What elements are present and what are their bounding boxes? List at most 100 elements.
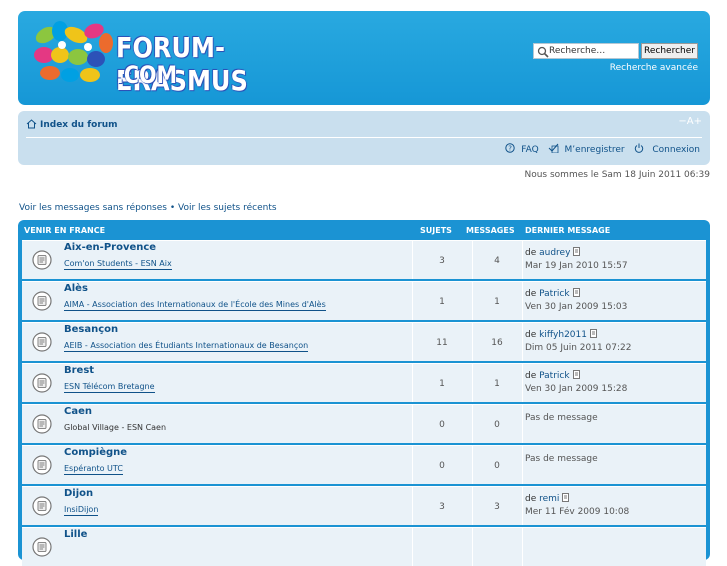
no-message-text: Pas de message [525, 413, 598, 423]
forum-index-label: Index du forum [40, 120, 118, 130]
unanswered-link[interactable]: Voir les messages sans réponses [19, 203, 167, 213]
current-date: Nous sommes le Sam 18 Juin 2011 06:39 [524, 170, 710, 180]
last-post-cell [522, 446, 706, 484]
nav-links: ? FAQ M’enregistrer Connexion [499, 143, 700, 155]
font-size-toggle[interactable]: −A+ [678, 116, 702, 127]
forum-title[interactable]: Brest [64, 365, 94, 376]
last-post-date: Ven 30 Jan 2009 15:28 [525, 384, 628, 394]
site-logo[interactable]: FORUM-ERASMUS .COM [32, 21, 352, 97]
forum-title[interactable]: Besançon [64, 324, 118, 335]
quick-links: Voir les messages sans réponses • Voir l… [19, 203, 277, 213]
forum-description[interactable]: Espéranto UTC [64, 464, 123, 475]
logo-flowers-icon [34, 21, 113, 82]
site-header: FORUM-ERASMUS .COM Rechercher Recherche … [18, 11, 710, 105]
view-latest-post-icon[interactable] [572, 288, 581, 297]
last-post-author: de kiffyh2011 [525, 329, 598, 340]
forum-row[interactable]: Brest ESN Télécom Bretagne 1 1 de Patrick Ven… [22, 363, 706, 402]
posts-count: 1 [494, 379, 500, 389]
last-post-date: Mar 19 Jan 2010 15:57 [525, 261, 628, 271]
forum-read-icon [32, 455, 52, 475]
author-link[interactable]: kiffyh2011 [539, 330, 587, 340]
col-last-post-header: DERNIER MESSAGE [525, 226, 611, 235]
forum-description[interactable]: InsiDijon [64, 505, 99, 516]
login-label: Connexion [652, 145, 700, 155]
last-post-by: de [525, 371, 540, 381]
topics-count: 11 [436, 338, 448, 348]
forum-description[interactable]: AEIB - Association des Étudiants Interna… [64, 341, 309, 352]
faq-label: FAQ [521, 145, 539, 155]
view-latest-post-icon[interactable] [573, 247, 581, 256]
forum-row[interactable]: Compiègne Espéranto UTC 0 0 Pas de message [22, 445, 706, 484]
posts-count: 3 [494, 502, 500, 512]
no-message-text: Pas de message [525, 454, 598, 464]
search-input[interactable] [549, 44, 637, 58]
forum-read-icon [32, 250, 52, 270]
last-post-author: de Patrick [525, 370, 581, 381]
advanced-search-link[interactable]: Recherche avancée [610, 63, 698, 73]
help-icon: ? [505, 143, 515, 153]
view-latest-post-icon[interactable] [562, 493, 570, 502]
forum-title[interactable]: Dijon [64, 488, 93, 499]
forum-row[interactable]: Alès AIMA - Association des Internationau… [22, 281, 706, 320]
forum-read-icon [32, 414, 52, 434]
topics-count: 1 [439, 297, 445, 307]
forum-category-block: VENIR EN FRANCE SUJETS MESSAGES DERNIER … [18, 220, 710, 566]
posts-count: 16 [491, 338, 503, 348]
recent-topics-link[interactable]: Voir les sujets récents [178, 203, 277, 213]
author-link[interactable]: audrey [539, 248, 570, 258]
forum-row[interactable]: Lille [22, 527, 706, 566]
author-link[interactable]: Patrick [539, 289, 569, 299]
power-icon [634, 143, 643, 153]
posts-count: 4 [494, 256, 500, 266]
last-post-by: de [525, 289, 540, 299]
topics-count: 3 [439, 502, 445, 512]
search-box[interactable] [533, 43, 639, 59]
forum-row[interactable]: Caen Global Village - ESN Caen 0 0 Pas de me… [22, 404, 706, 443]
forum-description[interactable]: Global Village - ESN Caen [64, 423, 166, 433]
forum-description[interactable]: ESN Télécom Bretagne [64, 382, 155, 393]
last-post-cell [522, 405, 706, 443]
view-latest-post-icon[interactable] [589, 329, 598, 338]
forum-title[interactable]: Caen [64, 406, 92, 417]
forum-row[interactable]: Dijon InsiDijon 3 3 de remi Mer 11 Fév 2009 1… [22, 486, 706, 525]
search-icon [537, 46, 549, 58]
last-post-date: Ven 30 Jan 2009 15:03 [525, 302, 628, 312]
posts-cell [472, 528, 522, 566]
category-title[interactable]: VENIR EN FRANCE [24, 226, 105, 235]
forum-description[interactable]: Com'on Students - ESN Aix [64, 259, 172, 270]
posts-count: 1 [494, 297, 500, 307]
topics-count: 0 [439, 461, 445, 471]
forum-row[interactable]: Besançon AEIB - Association des Étudiants… [22, 322, 706, 361]
forum-title[interactable]: Alès [64, 283, 88, 294]
forum-read-icon [32, 373, 52, 393]
forum-read-icon [32, 537, 52, 557]
svg-text:?: ? [508, 145, 512, 153]
view-latest-post-icon[interactable] [572, 370, 581, 379]
faq-link[interactable]: ? FAQ [505, 143, 539, 155]
topics-count: 3 [439, 256, 445, 266]
forum-description[interactable]: AIMA - Association des Internationaux de… [64, 300, 326, 311]
quick-links-separator: • [166, 203, 178, 213]
author-link[interactable]: remi [539, 494, 559, 504]
posts-count: 0 [494, 461, 500, 471]
forum-index-link[interactable]: Index du forum [26, 119, 118, 130]
forum-title[interactable]: Aix-en-Provence [64, 242, 156, 253]
last-post-author: de Patrick [525, 288, 581, 299]
last-post-author: de remi [525, 493, 570, 504]
last-post-by: de [525, 330, 540, 340]
last-post-date: Dim 05 Juin 2011 07:22 [525, 343, 632, 353]
forum-read-icon [32, 291, 52, 311]
author-link[interactable]: Patrick [539, 371, 569, 381]
login-link[interactable]: Connexion [634, 143, 700, 155]
forum-title[interactable]: Compiègne [64, 447, 127, 458]
topics-count: 0 [439, 420, 445, 430]
topics-cell [412, 528, 472, 566]
forum-row[interactable]: Aix-en-Provence Com'on Students - ESN Aix… [22, 240, 706, 279]
last-post-by: de [525, 248, 540, 258]
register-link[interactable]: M’enregistrer [548, 143, 625, 155]
nav-divider [26, 137, 702, 138]
search-button[interactable]: Rechercher [641, 43, 698, 59]
table-header: VENIR EN FRANCE SUJETS MESSAGES DERNIER … [18, 220, 710, 239]
last-post-author: de audrey [525, 247, 581, 258]
forum-title[interactable]: Lille [64, 529, 87, 540]
